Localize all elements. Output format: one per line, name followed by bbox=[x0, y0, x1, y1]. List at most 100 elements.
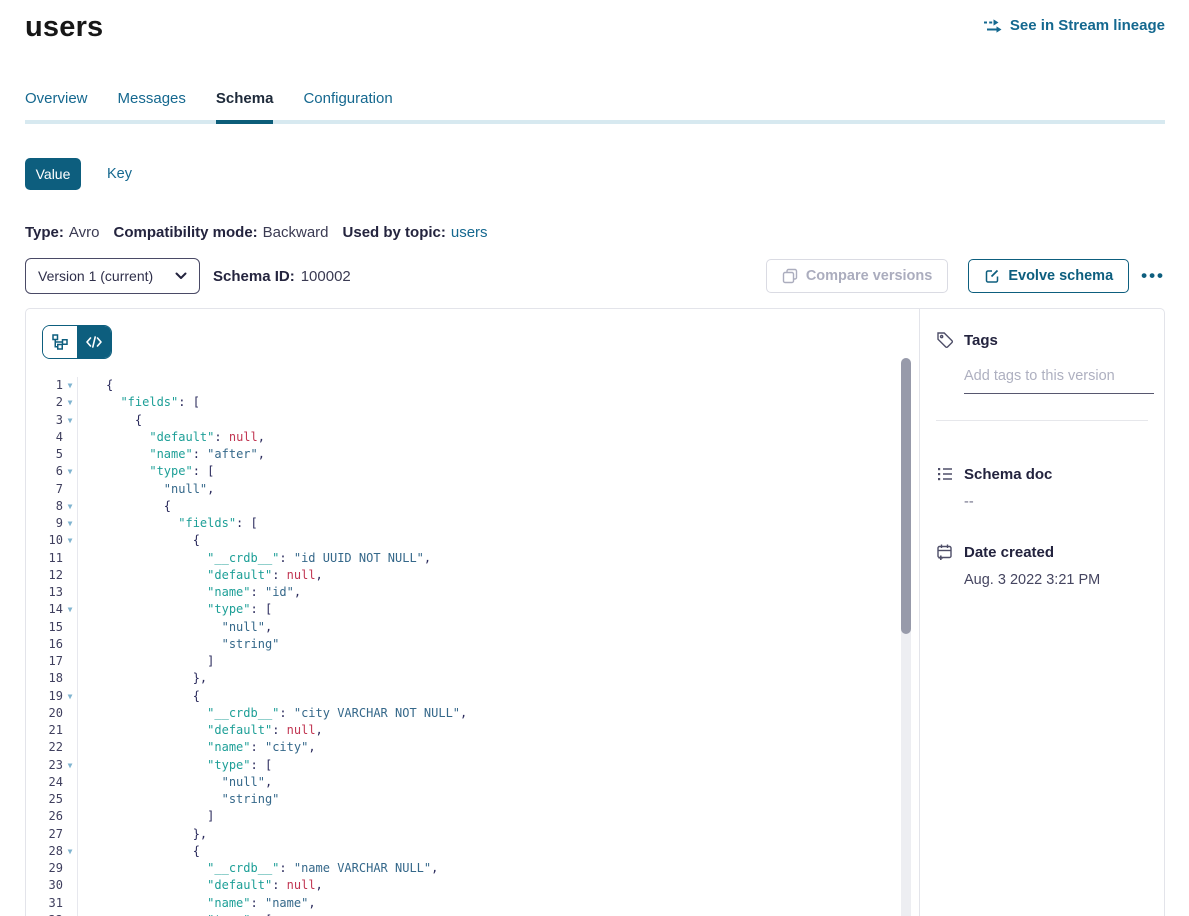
code-line: "default": null, bbox=[106, 877, 467, 894]
tab-bar: Overview Messages Schema Configuration bbox=[25, 90, 1165, 124]
gutter-row: 25 bbox=[26, 791, 77, 808]
code-line: "null", bbox=[106, 619, 467, 636]
line-number: 17 bbox=[26, 653, 63, 670]
code-line: "default": null, bbox=[106, 722, 467, 739]
code-line: ] bbox=[106, 808, 467, 825]
code-view-button[interactable] bbox=[77, 326, 111, 358]
schema-id: Schema ID: 100002 bbox=[213, 268, 351, 285]
fold-arrow-icon[interactable]: ▼ bbox=[63, 688, 77, 705]
tab-schema[interactable]: Schema bbox=[216, 90, 274, 124]
line-number: 15 bbox=[26, 619, 63, 636]
tab-messages[interactable]: Messages bbox=[118, 90, 186, 124]
tags-section: Tags bbox=[936, 331, 1148, 421]
gutter-row: 11 bbox=[26, 550, 77, 567]
code-line: "name": "id", bbox=[106, 584, 467, 601]
code-line: { bbox=[106, 532, 467, 549]
gutter-row: 2▼ bbox=[26, 394, 77, 411]
gutter-row: 9▼ bbox=[26, 515, 77, 532]
schema-sidebar: Tags Schema doc bbox=[919, 309, 1164, 916]
gutter-row: 14▼ bbox=[26, 601, 77, 618]
fold-arrow-icon[interactable]: ▼ bbox=[63, 394, 77, 411]
meta-type: Type: Avro bbox=[25, 224, 99, 241]
evolve-schema-label: Evolve schema bbox=[1008, 268, 1113, 284]
code-line: "name": "city", bbox=[106, 739, 467, 756]
tree-view-button[interactable] bbox=[43, 326, 77, 358]
gutter-row: 3▼ bbox=[26, 412, 77, 429]
gutter-row: 19▼ bbox=[26, 688, 77, 705]
compare-versions-button[interactable]: Compare versions bbox=[766, 259, 949, 293]
code-line: "string" bbox=[106, 636, 467, 653]
code-line: "default": null, bbox=[106, 429, 467, 446]
code-line: { bbox=[106, 377, 467, 394]
gutter-row: 7 bbox=[26, 481, 77, 498]
editor-scrollbar[interactable] bbox=[901, 358, 911, 916]
topic-link[interactable]: users bbox=[451, 224, 488, 241]
fold-arrow-icon[interactable]: ▼ bbox=[63, 843, 77, 860]
line-number: 10 bbox=[26, 532, 63, 549]
gutter-row: 5 bbox=[26, 446, 77, 463]
code-line: { bbox=[106, 688, 467, 705]
schema-panel: 1▼2▼3▼456▼78▼9▼10▼11121314▼1516171819▼20… bbox=[25, 308, 1165, 916]
fold-arrow-icon[interactable]: ▼ bbox=[63, 757, 77, 774]
line-number: 27 bbox=[26, 826, 63, 843]
tags-input[interactable] bbox=[964, 368, 1154, 394]
version-select[interactable]: Version 1 (current) bbox=[25, 258, 200, 294]
gutter-row: 27 bbox=[26, 826, 77, 843]
more-options-button[interactable]: ••• bbox=[1141, 266, 1165, 286]
value-button[interactable]: Value bbox=[25, 158, 81, 190]
fold-arrow-icon[interactable]: ▼ bbox=[63, 532, 77, 549]
code-line: "null", bbox=[106, 774, 467, 791]
fold-arrow-icon[interactable]: ▼ bbox=[63, 463, 77, 480]
tree-view-icon bbox=[52, 334, 68, 350]
line-number: 12 bbox=[26, 567, 63, 584]
code-line: { bbox=[106, 412, 467, 429]
gutter-row: 1▼ bbox=[26, 377, 77, 394]
fold-arrow-icon[interactable]: ▼ bbox=[63, 412, 77, 429]
version-select-value: Version 1 (current) bbox=[38, 268, 153, 284]
gutter-row: 29 bbox=[26, 860, 77, 877]
fold-arrow-icon[interactable]: ▼ bbox=[63, 515, 77, 532]
calendar-plus-icon bbox=[936, 543, 954, 561]
gutter-row: 4 bbox=[26, 429, 77, 446]
gutter-row: 12 bbox=[26, 567, 77, 584]
gutter-row: 21 bbox=[26, 722, 77, 739]
line-number: 19 bbox=[26, 688, 63, 705]
fold-arrow-icon[interactable]: ▼ bbox=[63, 498, 77, 515]
line-number: 2 bbox=[26, 394, 63, 411]
code-line: "fields": [ bbox=[106, 394, 467, 411]
gutter-row: 18 bbox=[26, 670, 77, 687]
meta-topic-label: Used by topic: bbox=[343, 224, 446, 241]
line-number: 6 bbox=[26, 463, 63, 480]
line-number: 29 bbox=[26, 860, 63, 877]
meta-compat-value: Backward bbox=[263, 224, 329, 241]
meta-topic: Used by topic: users bbox=[343, 224, 488, 241]
gutter-row: 15 bbox=[26, 619, 77, 636]
code-line: "fields": [ bbox=[106, 515, 467, 532]
code-line: "type": [ bbox=[106, 912, 467, 916]
line-number: 7 bbox=[26, 481, 63, 498]
gutter-row: 22 bbox=[26, 739, 77, 756]
fold-arrow-icon[interactable]: ▼ bbox=[63, 601, 77, 618]
tab-configuration[interactable]: Configuration bbox=[303, 90, 392, 124]
line-number: 18 bbox=[26, 670, 63, 687]
schema-registry-page: users See in Stream lineage Overview Mes… bbox=[0, 0, 1189, 916]
editor-scrollbar-thumb[interactable] bbox=[901, 358, 911, 634]
tab-overview[interactable]: Overview bbox=[25, 90, 88, 124]
line-number: 21 bbox=[26, 722, 63, 739]
line-number: 4 bbox=[26, 429, 63, 446]
stream-lineage-link[interactable]: See in Stream lineage bbox=[984, 17, 1165, 34]
line-number: 9 bbox=[26, 515, 63, 532]
key-button[interactable]: Key bbox=[107, 166, 132, 182]
code-editor-area[interactable]: 1▼2▼3▼456▼78▼9▼10▼11121314▼1516171819▼20… bbox=[26, 377, 895, 916]
line-number: 11 bbox=[26, 550, 63, 567]
fold-arrow-icon[interactable]: ▼ bbox=[63, 377, 77, 394]
evolve-schema-button[interactable]: Evolve schema bbox=[968, 259, 1129, 293]
version-bar: Version 1 (current) Schema ID: 100002 Co… bbox=[25, 258, 1165, 294]
fold-arrow-icon[interactable]: ▼ bbox=[63, 912, 77, 916]
stream-lineage-label: See in Stream lineage bbox=[1010, 17, 1165, 34]
schema-doc-section: Schema doc -- bbox=[936, 465, 1148, 510]
line-number: 16 bbox=[26, 636, 63, 653]
stream-lineage-icon bbox=[984, 19, 1002, 33]
line-number: 26 bbox=[26, 808, 63, 825]
schema-id-label: Schema ID: bbox=[213, 268, 295, 285]
